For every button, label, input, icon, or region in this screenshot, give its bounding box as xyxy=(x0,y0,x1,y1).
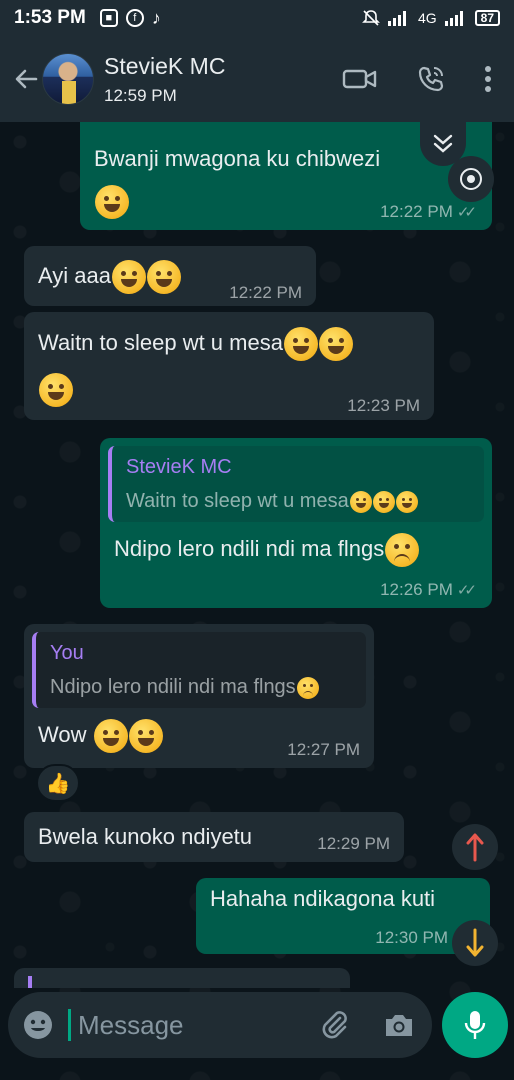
back-arrow-icon[interactable] xyxy=(6,59,46,99)
status-right: 4G 87 xyxy=(362,9,500,27)
message-bubble[interactable]: You Ndipo lero ndili ndi ma flngs Wow 12… xyxy=(24,624,374,768)
laughing-emoji xyxy=(318,327,353,362)
quote-bar xyxy=(28,976,32,988)
header-actions xyxy=(342,64,492,94)
signal-icon xyxy=(387,11,406,26)
more-vert-icon[interactable] xyxy=(484,65,492,93)
video-call-icon[interactable] xyxy=(342,67,378,91)
message-time: 12:23 PM xyxy=(347,396,420,415)
laughing-emoji xyxy=(395,490,418,513)
message-reaction[interactable]: 👍 xyxy=(36,764,80,802)
battery-indicator: 87 xyxy=(474,10,500,26)
message-text: Hahaha ndikagona kuti xyxy=(210,886,436,911)
status-bar: 1:53 PM ■ f ♪ 4G 87 xyxy=(0,0,514,36)
message-time: 12:22 PM xyxy=(380,202,453,221)
facebook-icon: f xyxy=(125,9,144,27)
network-type: 4G xyxy=(417,10,437,26)
scroll-down-arrow-icon[interactable] xyxy=(452,920,498,966)
message-text: Wow xyxy=(38,722,87,747)
last-seen: 12:59 PM xyxy=(104,85,177,105)
chat-header: StevieK MC 12:59 PM xyxy=(0,36,514,122)
quote-text: Ndipo lero ndili ndi ma flngs xyxy=(50,676,296,698)
voice-call-icon[interactable] xyxy=(416,64,446,94)
quote-author: StevieK MC xyxy=(126,456,232,478)
contact-name: StevieK MC xyxy=(104,52,226,79)
shushing-emoji xyxy=(283,327,318,362)
message-time: 12:27 PM xyxy=(287,740,360,759)
read-ticks-icon: ✓✓ xyxy=(456,582,477,599)
contact-info[interactable]: StevieK MC 12:59 PM xyxy=(104,53,225,106)
message-time: 12:26 PM xyxy=(380,580,453,599)
laughing-emoji xyxy=(39,373,73,408)
message-text: Ndipo lero ndili ndi ma flngs xyxy=(114,536,385,561)
laughing-emoji xyxy=(111,260,146,295)
message-input[interactable] xyxy=(78,1004,308,1046)
message-bubble[interactable]: Bwela kunoko ndiyetu 12:29 PM xyxy=(24,812,404,862)
laughing-emoji xyxy=(372,490,395,513)
emoji-icon[interactable] xyxy=(22,1009,54,1041)
message-bubble[interactable]: Hahaha ndikagona kuti 12:30 PM xyxy=(196,878,490,954)
frowning-emoji xyxy=(385,533,420,568)
read-ticks-icon: ✓✓ xyxy=(456,204,477,221)
text-caret xyxy=(68,1009,71,1041)
status-time: 1:53 PM xyxy=(14,7,86,28)
message-bubble[interactable] xyxy=(14,968,350,988)
smiling-emoji xyxy=(128,719,163,754)
message-text: Waitn to sleep wt u mesa xyxy=(38,330,283,355)
quote-text: Waitn to sleep wt u mesa xyxy=(126,490,349,512)
message-time: 12:30 PM xyxy=(375,928,448,947)
message-bubble[interactable]: Waitn to sleep wt u mesa 12:23 PM xyxy=(24,312,434,420)
attach-icon[interactable] xyxy=(318,1008,352,1042)
tiktok-icon: ♪ xyxy=(151,7,161,28)
laughing-emoji xyxy=(146,260,181,295)
ai-sticker-icon[interactable] xyxy=(448,156,494,202)
message-text: Bwanji mwagona ku chibwezi xyxy=(94,146,381,171)
smiling-emoji xyxy=(93,719,128,754)
signal-icon-2 xyxy=(444,11,463,26)
message-bubble[interactable]: StevieK MC Waitn to sleep wt u mesa Ndip… xyxy=(100,438,492,608)
message-time: 12:22 PM xyxy=(229,283,302,302)
message-composer xyxy=(8,992,432,1058)
shushing-emoji xyxy=(349,490,372,513)
quoted-message[interactable]: You Ndipo lero ndili ndi ma flngs xyxy=(32,632,366,708)
message-text: Ayi aaa xyxy=(38,263,111,288)
message-text: Bwela kunoko ndiyetu xyxy=(38,824,253,849)
message-time: 12:29 PM xyxy=(317,834,390,853)
notification-app-icon: ■ xyxy=(99,9,118,27)
laughing-emoji xyxy=(95,185,129,220)
silent-bell-icon xyxy=(362,10,380,26)
quote-author: You xyxy=(50,642,84,664)
thumbs-up-icon: 👍 xyxy=(45,772,71,795)
mic-icon xyxy=(464,1011,486,1039)
message-bubble[interactable]: Ayi aaa 12:22 PM xyxy=(24,246,316,306)
frowning-emoji xyxy=(296,676,319,699)
camera-icon[interactable] xyxy=(382,1008,416,1042)
quoted-message[interactable]: StevieK MC Waitn to sleep wt u mesa xyxy=(108,446,484,522)
mic-button[interactable] xyxy=(442,992,508,1058)
contact-avatar[interactable] xyxy=(42,53,94,105)
scroll-up-arrow-icon[interactable] xyxy=(452,824,498,870)
